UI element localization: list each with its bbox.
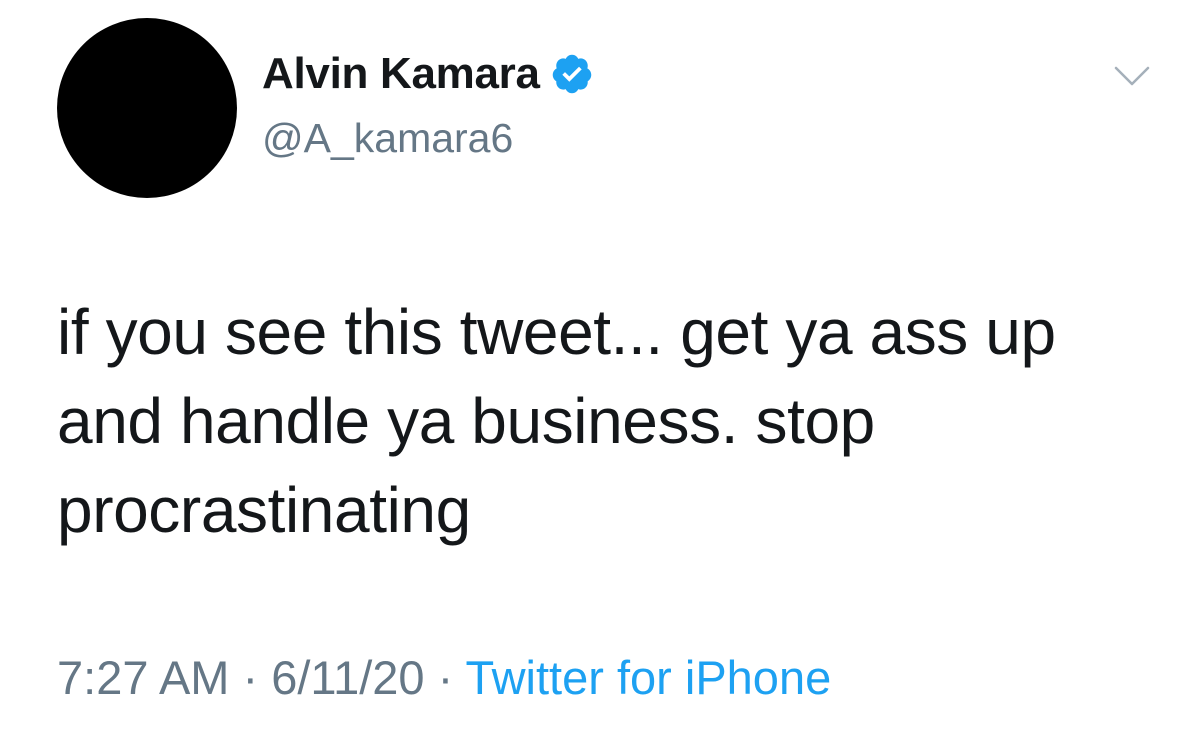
tweet-text-line: and handle ya business. stop bbox=[57, 385, 875, 457]
tweet-card: Alvin Kamara @A_kamara6 if you see this … bbox=[0, 0, 1200, 746]
author-display-name[interactable]: Alvin Kamara bbox=[262, 52, 540, 96]
tweet-meta: 7:27 AM · 6/11/20 · Twitter for iPhone bbox=[57, 654, 831, 701]
tweet-text-line: if you see this tweet... get ya ass up bbox=[57, 296, 1056, 368]
tweet-text: if you see this tweet... get ya ass up a… bbox=[57, 288, 1157, 555]
author-name-row: Alvin Kamara bbox=[262, 52, 594, 96]
chevron-down-icon[interactable] bbox=[1112, 62, 1152, 90]
tweet-text-line: procrastinating bbox=[57, 474, 471, 546]
tweet-source-link[interactable]: Twitter for iPhone bbox=[466, 651, 832, 704]
tweet-time[interactable]: 7:27 AM bbox=[57, 651, 229, 704]
tweet-date[interactable]: 6/11/20 bbox=[271, 651, 424, 704]
avatar[interactable] bbox=[57, 18, 237, 198]
meta-separator: · bbox=[242, 651, 259, 704]
meta-separator: · bbox=[437, 651, 454, 704]
author-handle[interactable]: @A_kamara6 bbox=[262, 118, 513, 159]
verified-badge-icon bbox=[552, 54, 591, 94]
